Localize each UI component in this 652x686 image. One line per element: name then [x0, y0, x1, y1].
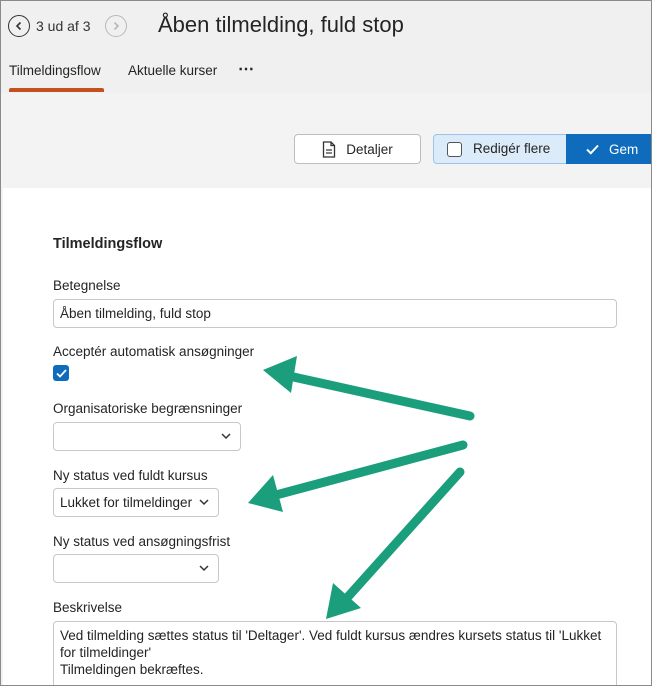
tab-tilmeldingsflow[interactable]: Tilmeldingsflow [9, 63, 101, 78]
chevron-down-icon [221, 433, 231, 440]
edit-multiple-label: Redigér flere [473, 141, 551, 156]
header: 3 ud af 3 Åben tilmelding, fuld stop Til… [1, 1, 651, 93]
org-restrictions-select[interactable] [53, 422, 241, 451]
details-button-label: Detaljer [346, 141, 393, 157]
auto-accept-label: Acceptér automatisk ansøgninger [53, 344, 255, 359]
details-button[interactable]: Detaljer [294, 134, 421, 164]
checkmark-icon [55, 368, 67, 378]
org-restrictions-label: Organisatoriske begrænsninger [53, 401, 243, 416]
chevron-down-icon [199, 499, 209, 506]
next-record-button[interactable] [105, 15, 127, 37]
edit-multiple-toggle[interactable]: Redigér flere Gem [433, 134, 651, 164]
chevron-right-icon [113, 21, 120, 31]
page-title: Åben tilmelding, fuld stop [158, 12, 404, 37]
name-input[interactable]: Åben tilmelding, fuld stop [53, 299, 617, 328]
deadline-status-label: Ny status ved ansøgningsfrist [53, 534, 231, 549]
description-textarea[interactable]: Ved tilmelding sættes status til 'Deltag… [53, 621, 617, 685]
previous-record-button[interactable] [8, 15, 30, 37]
full-course-status-value: Lukket for tilmeldinger [60, 495, 193, 510]
full-course-status-select[interactable]: Lukket for tilmeldinger [53, 488, 219, 517]
full-course-status-label: Ny status ved fuldt kursus [53, 468, 208, 483]
section-title: Tilmeldingsflow [53, 236, 163, 252]
checkmark-icon [586, 144, 599, 155]
record-counter: 3 ud af 3 [36, 18, 91, 34]
chevron-down-icon [199, 565, 209, 572]
name-label: Betegnelse [53, 278, 121, 293]
app-window: 3 ud af 3 Åben tilmelding, fuld stop Til… [0, 0, 652, 686]
more-tabs-button[interactable]: ⋯ [238, 59, 255, 79]
save-button[interactable]: Gem [566, 134, 651, 164]
description-line: for tilmeldinger' [60, 645, 152, 660]
save-button-label: Gem [609, 141, 639, 157]
document-icon [323, 140, 336, 158]
toolbar: Detaljer Redigér flere Gem [3, 93, 651, 188]
chevron-left-icon [15, 21, 22, 31]
auto-accept-checkbox[interactable] [53, 365, 69, 381]
description-label: Beskrivelse [53, 600, 123, 615]
tab-aktuelle-kurser[interactable]: Aktuelle kurser [128, 63, 217, 78]
edit-multiple-checkbox[interactable] [447, 142, 462, 157]
description-line: Ved tilmelding sættes status til 'Deltag… [60, 628, 602, 643]
active-tab-indicator [9, 88, 104, 92]
deadline-status-select[interactable] [53, 554, 219, 583]
description-line: Tilmeldingen bekræftes. [60, 662, 204, 677]
form-card: Tilmeldingsflow Betegnelse Åben tilmeldi… [3, 188, 651, 685]
